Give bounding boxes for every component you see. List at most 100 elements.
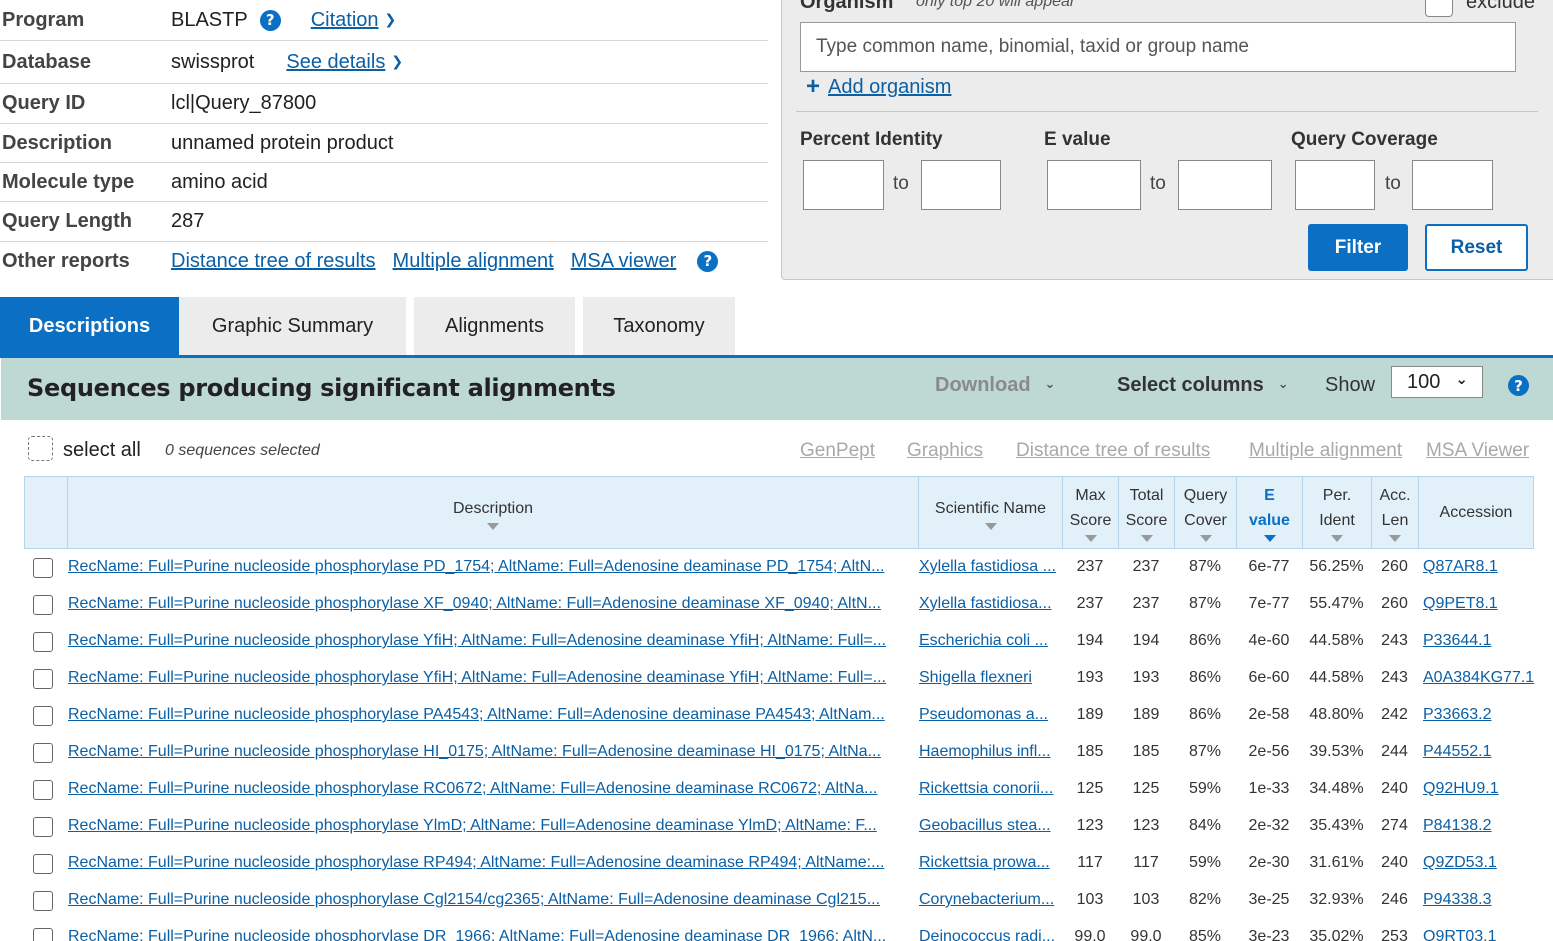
scientific-name-link[interactable]: Deinococcus radi... bbox=[919, 928, 1064, 941]
sort-arrow-icon[interactable] bbox=[1331, 535, 1343, 542]
scientific-name-link[interactable]: Rickettsia prowa... bbox=[919, 854, 1064, 872]
organism-input[interactable]: Type common name, binomial, taxid or gro… bbox=[800, 22, 1516, 72]
msa-viewer-link[interactable]: MSA viewer bbox=[571, 250, 677, 273]
accession-link[interactable]: P33644.1 bbox=[1423, 632, 1533, 650]
select-all-checkbox[interactable] bbox=[28, 436, 53, 461]
show-count-select[interactable]: 100 ⌄ bbox=[1391, 366, 1483, 398]
scientific-name-link[interactable]: Geobacillus stea... bbox=[919, 817, 1064, 835]
reset-button[interactable]: Reset bbox=[1425, 224, 1528, 271]
query-coverage-from-input[interactable] bbox=[1295, 160, 1375, 210]
row-checkbox[interactable] bbox=[33, 632, 53, 652]
help-icon[interactable]: ? bbox=[259, 9, 281, 31]
distance-tree-link[interactable]: Distance tree of results bbox=[1016, 440, 1210, 462]
column-accession[interactable]: Accession bbox=[1419, 477, 1533, 548]
description-link[interactable]: RecName: Full=Purine nucleoside phosphor… bbox=[68, 632, 916, 650]
accession-link[interactable]: Q9ZD53.1 bbox=[1423, 854, 1533, 872]
row-checkbox[interactable] bbox=[33, 780, 53, 800]
sort-arrow-icon[interactable] bbox=[1263, 535, 1276, 542]
help-icon[interactable]: ? bbox=[697, 250, 719, 272]
accession-link[interactable]: Q9PET8.1 bbox=[1423, 595, 1533, 613]
scientific-name-link[interactable]: Corynebacterium... bbox=[919, 891, 1064, 909]
accession-link[interactable]: A0A384KG77.1 bbox=[1423, 669, 1534, 687]
filter-button[interactable]: Filter bbox=[1308, 224, 1408, 271]
accession-link[interactable]: Q92HU9.1 bbox=[1423, 780, 1533, 798]
scientific-name-link[interactable]: Shigella flexneri bbox=[919, 669, 1064, 687]
accession-link[interactable]: Q9RT03.1 bbox=[1423, 928, 1533, 941]
chevron-down-icon[interactable]: ❯ bbox=[391, 54, 403, 70]
add-organism[interactable]: + Add organism bbox=[806, 73, 951, 101]
row-checkbox[interactable] bbox=[33, 558, 53, 578]
tab-alignments[interactable]: Alignments bbox=[414, 297, 575, 356]
msa-viewer-link[interactable]: MSA Viewer bbox=[1426, 440, 1529, 462]
row-checkbox[interactable] bbox=[33, 595, 53, 615]
plus-icon[interactable]: + bbox=[806, 73, 820, 101]
accession-link[interactable]: P84138.2 bbox=[1423, 817, 1533, 835]
scientific-name-link[interactable]: Xylella fastidiosa... bbox=[919, 595, 1064, 613]
e-value-cell: 6e-60 bbox=[1248, 669, 1290, 686]
sort-arrow-icon[interactable] bbox=[1199, 535, 1212, 542]
scientific-name-link[interactable]: Pseudomonas a... bbox=[919, 706, 1064, 724]
help-icon[interactable]: ? bbox=[1508, 375, 1529, 396]
accession-link[interactable]: Q87AR8.1 bbox=[1423, 558, 1533, 576]
download-menu[interactable]: Download ⌄ bbox=[935, 374, 1055, 397]
column-max-score[interactable]: Max Score bbox=[1063, 477, 1119, 548]
sort-arrow-icon[interactable] bbox=[1140, 535, 1153, 542]
row-checkbox[interactable] bbox=[33, 891, 53, 911]
column-query-cover[interactable]: Query Cover bbox=[1175, 477, 1237, 548]
column-scientific-name[interactable]: Scientific Name bbox=[919, 477, 1063, 548]
multiple-alignment-link[interactable]: Multiple alignment bbox=[393, 250, 554, 273]
percent-identity-to-input[interactable] bbox=[921, 160, 1001, 210]
description-link[interactable]: RecName: Full=Purine nucleoside phosphor… bbox=[68, 780, 916, 798]
column-total-score[interactable]: Total Score bbox=[1119, 477, 1175, 548]
sort-arrow-icon[interactable] bbox=[984, 522, 997, 530]
row-checkbox[interactable] bbox=[33, 669, 53, 689]
e-value-from-input[interactable] bbox=[1047, 160, 1141, 210]
description-link[interactable]: RecName: Full=Purine nucleoside phosphor… bbox=[68, 706, 916, 724]
select-all-label[interactable]: select all bbox=[63, 439, 141, 462]
row-checkbox[interactable] bbox=[33, 706, 53, 726]
scientific-name-link[interactable]: Haemophilus infl... bbox=[919, 743, 1064, 761]
description-link[interactable]: RecName: Full=Purine nucleoside phosphor… bbox=[68, 928, 916, 941]
description-link[interactable]: RecName: Full=Purine nucleoside phosphor… bbox=[68, 817, 916, 835]
description-link[interactable]: RecName: Full=Purine nucleoside phosphor… bbox=[68, 854, 916, 872]
add-organism-link[interactable]: Add organism bbox=[828, 76, 951, 99]
chevron-down-icon[interactable]: ❯ bbox=[385, 12, 397, 28]
column-description[interactable]: Description bbox=[68, 477, 919, 548]
select-columns-menu[interactable]: Select columns ⌄ bbox=[1117, 374, 1289, 397]
description-link[interactable]: RecName: Full=Purine nucleoside phosphor… bbox=[68, 743, 916, 761]
tab-taxonomy[interactable]: Taxonomy bbox=[583, 297, 735, 356]
column-per-ident[interactable]: Per. Ident bbox=[1303, 477, 1372, 548]
scientific-name-link[interactable]: Rickettsia conorii... bbox=[919, 780, 1064, 798]
column-e-value[interactable]: E value bbox=[1237, 477, 1303, 548]
scientific-name-link[interactable]: Xylella fastidiosa ... bbox=[919, 558, 1064, 576]
sort-arrow-icon[interactable] bbox=[1084, 535, 1097, 542]
column-acc-len[interactable]: Acc. Len bbox=[1372, 477, 1419, 548]
row-checkbox[interactable] bbox=[33, 928, 53, 941]
accession-link[interactable]: P33663.2 bbox=[1423, 706, 1533, 724]
see-details-link[interactable]: See details bbox=[286, 51, 385, 73]
description-link[interactable]: RecName: Full=Purine nucleoside phosphor… bbox=[68, 595, 916, 613]
percent-identity-from-input[interactable] bbox=[803, 160, 884, 210]
multiple-alignment-link[interactable]: Multiple alignment bbox=[1249, 440, 1402, 462]
row-checkbox[interactable] bbox=[33, 854, 53, 874]
accession-link[interactable]: P94338.3 bbox=[1423, 891, 1533, 909]
sort-arrow-icon[interactable] bbox=[487, 522, 499, 530]
e-value-cell: 7e-77 bbox=[1248, 595, 1290, 612]
e-value-to-input[interactable] bbox=[1178, 160, 1272, 210]
graphics-link[interactable]: Graphics bbox=[907, 440, 983, 462]
query-coverage-to-input[interactable] bbox=[1412, 160, 1493, 210]
row-checkbox[interactable] bbox=[33, 743, 53, 763]
row-checkbox[interactable] bbox=[33, 817, 53, 837]
description-link[interactable]: RecName: Full=Purine nucleoside phosphor… bbox=[68, 669, 916, 687]
scientific-name-link[interactable]: Escherichia coli ... bbox=[919, 632, 1064, 650]
description-link[interactable]: RecName: Full=Purine nucleoside phosphor… bbox=[68, 558, 916, 576]
description-link[interactable]: RecName: Full=Purine nucleoside phosphor… bbox=[68, 891, 916, 909]
distance-tree-link[interactable]: Distance tree of results bbox=[171, 250, 376, 273]
exclude-checkbox[interactable] bbox=[1425, 0, 1453, 17]
genpept-link[interactable]: GenPept bbox=[800, 440, 875, 462]
citation-link[interactable]: Citation bbox=[311, 9, 379, 31]
tab-graphic-summary[interactable]: Graphic Summary bbox=[179, 297, 406, 356]
accession-link[interactable]: P44552.1 bbox=[1423, 743, 1533, 761]
tab-descriptions[interactable]: Descriptions bbox=[0, 297, 179, 356]
sort-arrow-icon[interactable] bbox=[1389, 535, 1401, 542]
